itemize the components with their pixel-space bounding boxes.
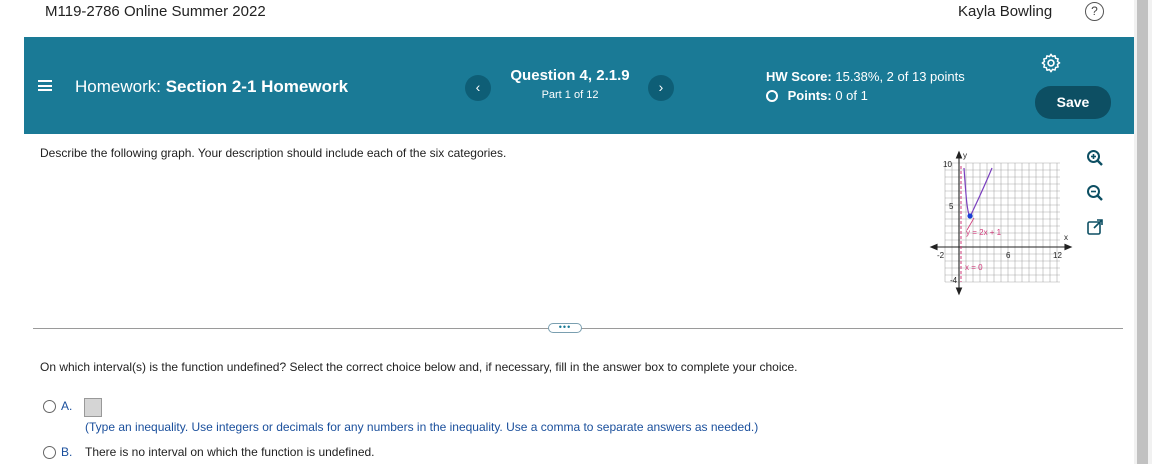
progress-circle-icon	[766, 90, 778, 102]
option-a-letter[interactable]: A.	[61, 399, 72, 413]
hw-score-label: HW Score:	[766, 69, 832, 84]
menu-icon[interactable]	[38, 80, 52, 91]
option-b-letter[interactable]: B.	[61, 445, 72, 459]
option-b-text[interactable]: There is no interval on which the functi…	[85, 445, 375, 459]
option-a-hint: (Type an inequality. Use integers or dec…	[85, 420, 759, 434]
question-text: On which interval(s) is the function und…	[40, 360, 798, 374]
expand-more-button[interactable]: •••	[548, 323, 582, 333]
answer-input[interactable]	[84, 398, 102, 417]
points-value: 0 of 1	[835, 88, 868, 103]
homework-prefix: Homework:	[75, 77, 161, 96]
points: Points: 0 of 1	[766, 88, 868, 103]
next-question-button[interactable]: ›	[648, 75, 674, 101]
course-title: M119-2786 Online Summer 2022	[45, 3, 266, 20]
tick-y-bottom: -4	[950, 276, 958, 285]
tick-x-left: -2	[937, 251, 945, 260]
scrollbar-thumb[interactable]	[1137, 0, 1148, 464]
popout-icon[interactable]	[1085, 217, 1105, 237]
points-label: Points:	[787, 88, 832, 103]
tick-x-mid: 6	[1006, 251, 1011, 260]
function-graph[interactable]: y x 10 5 -2 6 12 -4 y = 2x + 1 x = 0	[925, 148, 1075, 298]
asymptote-label: x = 0	[965, 263, 983, 272]
question-part: Part 1 of 12	[541, 89, 599, 101]
curve-label: y = 2x + 1	[966, 228, 1002, 237]
hw-score: HW Score: 15.38%, 2 of 13 points	[766, 69, 965, 84]
zoom-in-icon[interactable]	[1085, 148, 1105, 168]
tick-x-right: 12	[1053, 251, 1062, 260]
function-curve	[963, 167, 993, 219]
help-icon[interactable]: ?	[1085, 2, 1104, 21]
settings-gear-icon[interactable]	[1040, 52, 1062, 74]
save-button[interactable]: Save	[1035, 86, 1111, 119]
tick-y-mid: 5	[949, 202, 954, 211]
vertex-point	[967, 213, 973, 219]
question-prompt: Describe the following graph. Your descr…	[40, 146, 507, 160]
option-b-radio[interactable]	[43, 446, 56, 459]
hw-score-value: 15.38%, 2 of 13 points	[835, 69, 965, 84]
y-axis-label: y	[963, 151, 967, 160]
question-title[interactable]: Question 4, 2.1.9	[490, 67, 650, 84]
homework-title: Homework: Section 2-1 Homework	[75, 77, 348, 97]
user-name[interactable]: Kayla Bowling	[958, 3, 1052, 20]
tick-y-top: 10	[943, 160, 952, 169]
top-bar: M119-2786 Online Summer 2022 Kayla Bowli…	[0, 0, 1134, 36]
x-axis-label: x	[1064, 233, 1068, 242]
previous-question-button[interactable]: ‹	[465, 75, 491, 101]
assignment-banner: Homework: Section 2-1 Homework ‹ Questio…	[24, 37, 1134, 134]
option-a-radio[interactable]	[43, 400, 56, 413]
homework-name: Section 2-1 Homework	[165, 77, 349, 96]
zoom-out-icon[interactable]	[1085, 183, 1105, 203]
